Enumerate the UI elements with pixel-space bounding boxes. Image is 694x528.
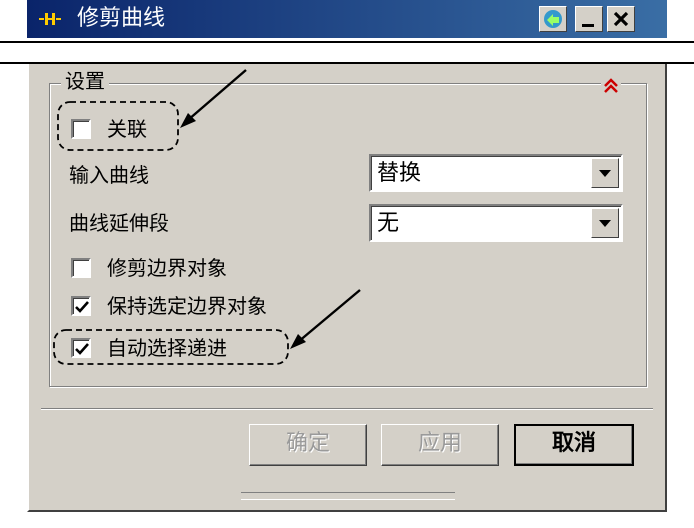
double-chevron-up-icon[interactable] — [601, 76, 621, 96]
button-separator — [41, 408, 653, 410]
window-title: 修剪曲线 — [77, 6, 166, 31]
input-curve-value: 替换 — [377, 161, 422, 186]
input-curve-dropdown-button[interactable] — [591, 158, 619, 188]
auto-progress-label: 自动选择递进 — [107, 336, 227, 360]
keep-bounding-checkbox[interactable] — [71, 296, 91, 316]
input-curve-label: 输入曲线 — [69, 163, 149, 187]
checkmark-icon — [75, 343, 89, 355]
curve-extension-label: 曲线延伸段 — [69, 211, 169, 235]
settings-group-label: 设置 — [61, 68, 109, 94]
resize-grip[interactable] — [241, 492, 455, 500]
curve-extension-dropdown-button[interactable] — [591, 208, 619, 238]
title-bar: 修剪曲线 — [27, 0, 667, 38]
input-curve-select[interactable]: 替换 — [369, 154, 623, 192]
curve-extension-value: 无 — [377, 211, 400, 236]
associative-label: 关联 — [107, 117, 147, 141]
close-button[interactable] — [607, 6, 635, 32]
trim-bounding-label: 修剪边界对象 — [107, 256, 227, 280]
keep-bounding-label: 保持选定边界对象 — [107, 294, 267, 318]
dialog-body: 设置 关联 输入曲线 替换 曲线延伸段 无 修剪边界对象 保持选定边界对象 自动… — [27, 64, 667, 512]
auto-progress-checkbox[interactable] — [71, 338, 91, 358]
dialog-icon — [39, 9, 61, 29]
curve-extension-select[interactable]: 无 — [369, 204, 623, 242]
divider-line-top — [0, 41, 694, 43]
ok-button[interactable]: 确定 — [249, 424, 367, 466]
cancel-button[interactable]: 取消 — [514, 424, 634, 466]
checkmark-icon — [75, 301, 89, 313]
help-button[interactable] — [539, 6, 567, 32]
apply-button[interactable]: 应用 — [381, 424, 499, 466]
minimize-button[interactable] — [575, 6, 603, 32]
associative-checkbox[interactable] — [71, 119, 91, 139]
trim-bounding-checkbox[interactable] — [71, 258, 91, 278]
